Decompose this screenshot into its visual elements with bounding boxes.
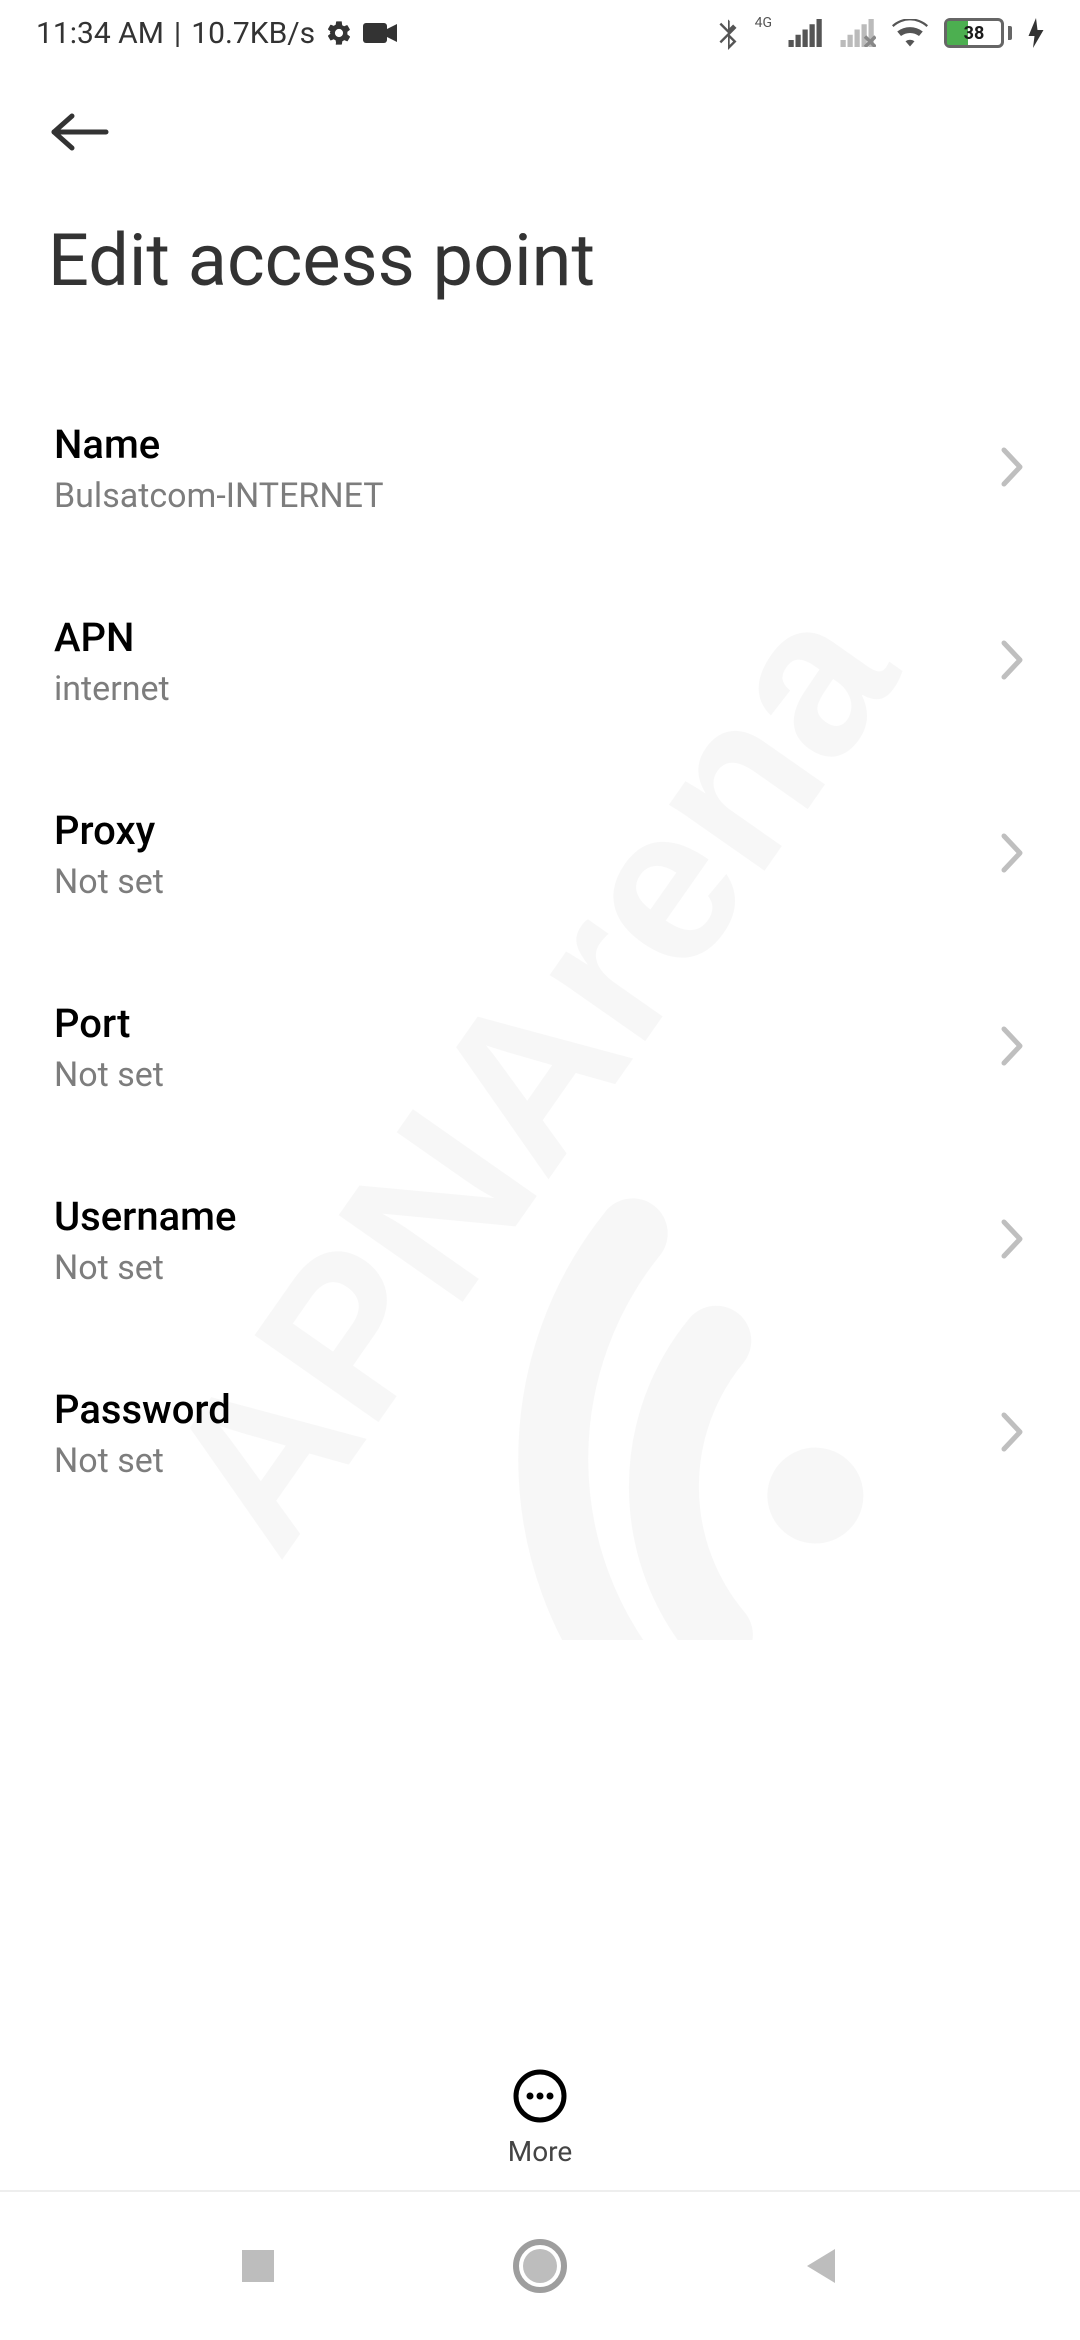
- triangle-left-icon: [801, 2245, 843, 2287]
- setting-row-proxy[interactable]: Proxy Not set: [0, 779, 1080, 930]
- battery-pct: 38: [947, 23, 1001, 44]
- row-label: Username: [54, 1193, 236, 1240]
- wifi-icon: [892, 19, 928, 47]
- setting-row-apn[interactable]: APN internet: [0, 586, 1080, 737]
- row-value: internet: [54, 669, 170, 709]
- setting-row-password[interactable]: Password Not set: [0, 1358, 1080, 1509]
- more-button[interactable]: More: [0, 2069, 1080, 2168]
- chevron-right-icon: [1000, 1218, 1026, 1264]
- battery-icon: 38: [944, 18, 1012, 48]
- chevron-right-icon: [1000, 446, 1026, 492]
- settings-gear-icon: [325, 19, 353, 47]
- signal-sim1-icon: [788, 19, 824, 47]
- chevron-right-icon: [1000, 1025, 1026, 1071]
- page-title: Edit access point: [48, 218, 1032, 303]
- row-label: Password: [54, 1386, 231, 1433]
- circle-icon: [513, 2239, 567, 2293]
- row-value: Not set: [54, 1248, 236, 1288]
- chevron-right-icon: [1000, 639, 1026, 685]
- setting-row-name[interactable]: Name Bulsatcom-INTERNET: [0, 393, 1080, 544]
- status-speed: 10.7KB/s: [191, 16, 315, 51]
- square-icon: [237, 2245, 279, 2287]
- bluetooth-icon: [717, 16, 739, 50]
- more-label: More: [508, 2135, 573, 2168]
- nav-recents-button[interactable]: [237, 2245, 279, 2287]
- row-label: Proxy: [54, 807, 164, 854]
- row-value: Not set: [54, 1055, 164, 1095]
- nav-back-button[interactable]: [801, 2245, 843, 2287]
- nav-home-button[interactable]: [513, 2239, 567, 2293]
- arrow-left-icon: [48, 110, 112, 154]
- signal-sim2-icon: [840, 19, 876, 47]
- charging-icon: [1028, 18, 1044, 48]
- navigation-bar: [0, 2190, 1080, 2340]
- row-value: Bulsatcom-INTERNET: [54, 476, 384, 516]
- more-icon: [513, 2069, 567, 2123]
- status-time: 11:34 AM: [36, 16, 164, 51]
- chevron-right-icon: [1000, 832, 1026, 878]
- setting-row-username[interactable]: Username Not set: [0, 1165, 1080, 1316]
- camera-icon: [363, 21, 397, 45]
- row-label: Port: [54, 1000, 164, 1047]
- chevron-right-icon: [1000, 1411, 1026, 1457]
- back-button[interactable]: [48, 92, 128, 172]
- row-value: Not set: [54, 1441, 231, 1481]
- row-value: Not set: [54, 862, 164, 902]
- net-label: 4G: [755, 15, 772, 31]
- row-label: APN: [54, 614, 170, 661]
- setting-row-port[interactable]: Port Not set: [0, 972, 1080, 1123]
- settings-list: Name Bulsatcom-INTERNET APN internet Proxy No…: [0, 303, 1080, 1573]
- status-bar: 11:34 AM | 10.7KB/s 4G: [0, 0, 1080, 66]
- row-label: Name: [54, 421, 384, 468]
- setting-row-server[interactable]: ServerNot set: [0, 1551, 1080, 1573]
